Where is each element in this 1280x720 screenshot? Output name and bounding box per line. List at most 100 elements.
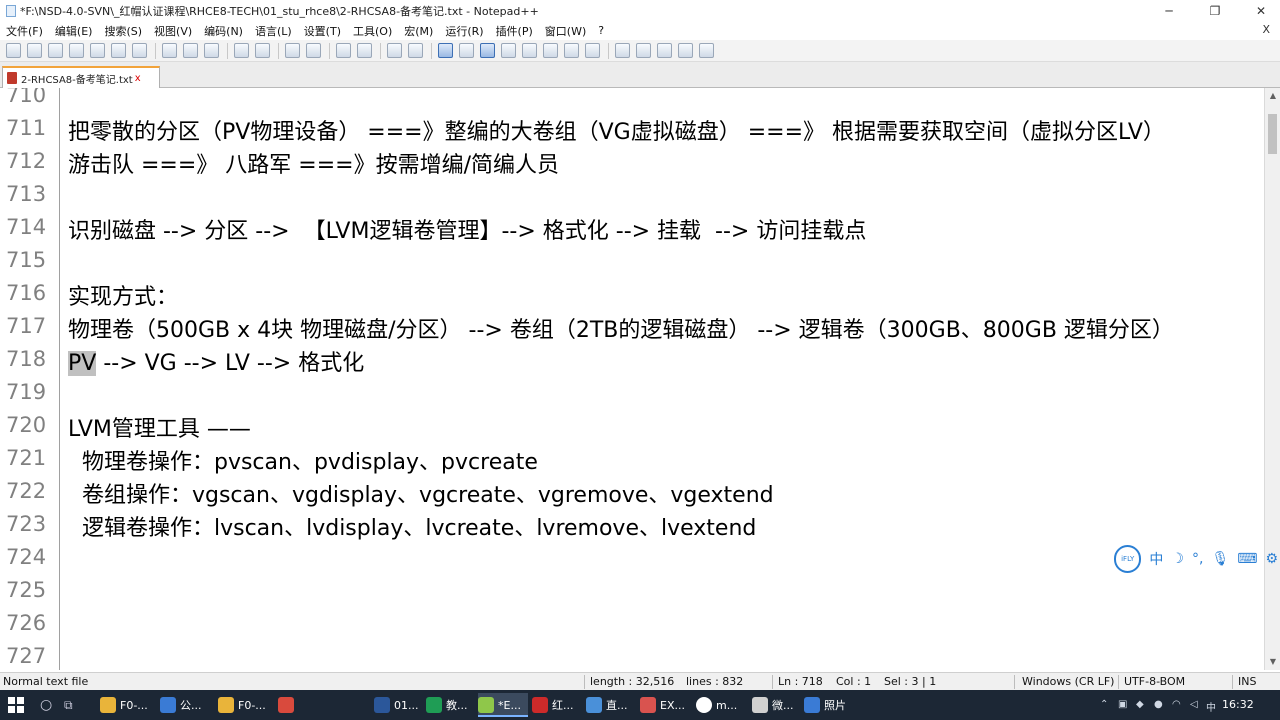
- undo-icon[interactable]: [234, 43, 249, 58]
- editor-line: 712 游击队 ===》 八路军 ===》按需增编/简编人员: [0, 146, 1264, 179]
- menu-language[interactable]: 语言(L): [255, 23, 292, 39]
- menu-tools[interactable]: 工具(O): [353, 23, 392, 39]
- menu-view[interactable]: 视图(V): [154, 23, 192, 39]
- menu-bar: 文件(F) 编辑(E) 搜索(S) 视图(V) 编码(N) 语言(L) 设置(T…: [0, 21, 1280, 40]
- function-list-icon[interactable]: [543, 43, 558, 58]
- notepadpp-window: *F:\NSD-4.0-SVN\_红帽认证课程\RHCE8-TECH\01_st…: [0, 0, 1280, 720]
- taskbar-item[interactable]: [278, 693, 300, 717]
- close-button[interactable]: ✕: [1238, 0, 1280, 21]
- menu-macro[interactable]: 宏(M): [404, 23, 433, 39]
- status-encoding[interactable]: UTF-8-BOM: [1124, 675, 1185, 688]
- taskbar-item[interactable]: 红...: [532, 693, 582, 717]
- menu-file[interactable]: 文件(F): [6, 23, 43, 39]
- editor-line: 722 卷组操作：vgscan、vgdisplay、vgcreate、vgrem…: [0, 476, 1264, 509]
- monitoring-icon[interactable]: [585, 43, 600, 58]
- taskbar-item[interactable]: 公...: [160, 693, 214, 717]
- vertical-scrollbar[interactable]: ▲ ▼: [1264, 88, 1280, 670]
- menu-encoding[interactable]: 编码(N): [204, 23, 243, 39]
- close-document-button[interactable]: X: [1262, 23, 1270, 36]
- ime-chinese-mode-button[interactable]: 中: [1149, 549, 1163, 569]
- save-icon[interactable]: [48, 43, 63, 58]
- taskbar-item[interactable]: 教...: [426, 693, 476, 717]
- search-icon[interactable]: ○: [40, 693, 64, 717]
- ime-punctuation-icon[interactable]: °,: [1192, 551, 1203, 567]
- taskbar-item[interactable]: 照片: [804, 693, 856, 717]
- save-all-icon[interactable]: [69, 43, 84, 58]
- ime-moon-icon[interactable]: ☽: [1171, 551, 1184, 567]
- zoom-out-icon[interactable]: [357, 43, 372, 58]
- menu-run[interactable]: 运行(R): [445, 23, 483, 39]
- tray-ime-icon[interactable]: 中: [1206, 699, 1218, 714]
- udl-icon[interactable]: [501, 43, 516, 58]
- close-all-icon[interactable]: [111, 43, 126, 58]
- zoom-in-icon[interactable]: [336, 43, 351, 58]
- play-macro-icon[interactable]: [657, 43, 672, 58]
- sync-horizontal-icon[interactable]: [408, 43, 423, 58]
- minimize-button[interactable]: ─: [1146, 0, 1192, 21]
- taskbar-item[interactable]: 直...: [586, 693, 636, 717]
- tray-wifi-icon[interactable]: ◠: [1172, 699, 1184, 711]
- record-macro-icon[interactable]: [615, 43, 630, 58]
- new-file-icon[interactable]: [6, 43, 21, 58]
- editor-area[interactable]: 710 711 把零散的分区（PV物理设备） ===》整编的大卷组（VG虚拟磁盘…: [0, 88, 1264, 670]
- taskbar-item[interactable]: 微...: [752, 693, 802, 717]
- line-text: 卷组操作：vgscan、vgdisplay、vgcreate、vgremove、…: [68, 483, 774, 508]
- line-number: 726: [6, 611, 47, 635]
- show-all-chars-icon[interactable]: [459, 43, 474, 58]
- find-icon[interactable]: [285, 43, 300, 58]
- copy-icon[interactable]: [183, 43, 198, 58]
- sync-vertical-icon[interactable]: [387, 43, 402, 58]
- folder-workspace-icon[interactable]: [564, 43, 579, 58]
- taskbar-item[interactable]: F0-...: [218, 693, 274, 717]
- open-file-icon[interactable]: [27, 43, 42, 58]
- taskbar-clock[interactable]: 16:32: [1222, 698, 1254, 711]
- print-icon[interactable]: [132, 43, 147, 58]
- tray-app-icon[interactable]: ◆: [1136, 699, 1148, 711]
- editor-line: 713: [0, 179, 1264, 212]
- close-file-icon[interactable]: [90, 43, 105, 58]
- menu-help[interactable]: ?: [598, 24, 604, 37]
- scroll-down-icon[interactable]: ▼: [1265, 654, 1280, 670]
- paste-icon[interactable]: [204, 43, 219, 58]
- folder-icon: [100, 697, 116, 713]
- taskbar-item[interactable]: m...: [696, 693, 748, 717]
- menu-window[interactable]: 窗口(W): [545, 23, 586, 39]
- menu-plugins[interactable]: 插件(P): [496, 23, 533, 39]
- redo-icon[interactable]: [255, 43, 270, 58]
- scrollbar-thumb[interactable]: [1268, 114, 1277, 154]
- tray-chevron-icon[interactable]: ⌃: [1100, 699, 1112, 711]
- doc-map-icon[interactable]: [522, 43, 537, 58]
- run-macro-multiple-icon[interactable]: [678, 43, 693, 58]
- maximize-button[interactable]: ❐: [1192, 0, 1238, 21]
- tab-document[interactable]: 2-RHCSA8-备考笔记.txt x: [2, 66, 160, 88]
- tray-volume-icon[interactable]: ◁: [1190, 699, 1202, 711]
- tray-app-icon[interactable]: ●: [1154, 699, 1166, 711]
- indent-guide-icon[interactable]: [480, 43, 495, 58]
- cut-icon[interactable]: [162, 43, 177, 58]
- tab-close-icon[interactable]: x: [135, 73, 141, 84]
- word-wrap-icon[interactable]: [438, 43, 453, 58]
- ime-keyboard-icon[interactable]: ⌨: [1237, 551, 1257, 567]
- tray-network-icon[interactable]: ▣: [1118, 699, 1130, 711]
- replace-icon[interactable]: [306, 43, 321, 58]
- ime-microphone-icon[interactable]: 🎙: [1211, 551, 1229, 567]
- menu-settings[interactable]: 设置(T): [304, 23, 341, 39]
- taskbar-item-notepadpp[interactable]: *E...: [478, 693, 528, 717]
- toolbar-separator: [227, 42, 228, 59]
- taskbar-item[interactable]: F0-...: [100, 693, 156, 717]
- windows-start-icon[interactable]: [8, 697, 24, 713]
- menu-edit[interactable]: 编辑(E): [55, 23, 93, 39]
- save-macro-icon[interactable]: [699, 43, 714, 58]
- scroll-up-icon[interactable]: ▲: [1265, 88, 1280, 104]
- line-number: 723: [6, 512, 47, 536]
- stop-macro-icon[interactable]: [636, 43, 651, 58]
- ime-settings-icon[interactable]: ⚙: [1265, 551, 1278, 567]
- taskbar-item[interactable]: 01...: [374, 693, 424, 717]
- line-text: PV --> VG --> LV --> 格式化: [68, 345, 364, 377]
- menu-search[interactable]: 搜索(S): [104, 23, 142, 39]
- editor-line: 724: [0, 542, 1264, 575]
- taskbar-item[interactable]: EX...: [640, 693, 692, 717]
- task-view-icon[interactable]: ⧉: [64, 693, 94, 717]
- status-eol[interactable]: Windows (CR LF): [1022, 675, 1114, 688]
- ifly-logo-icon[interactable]: iFLY: [1114, 545, 1142, 573]
